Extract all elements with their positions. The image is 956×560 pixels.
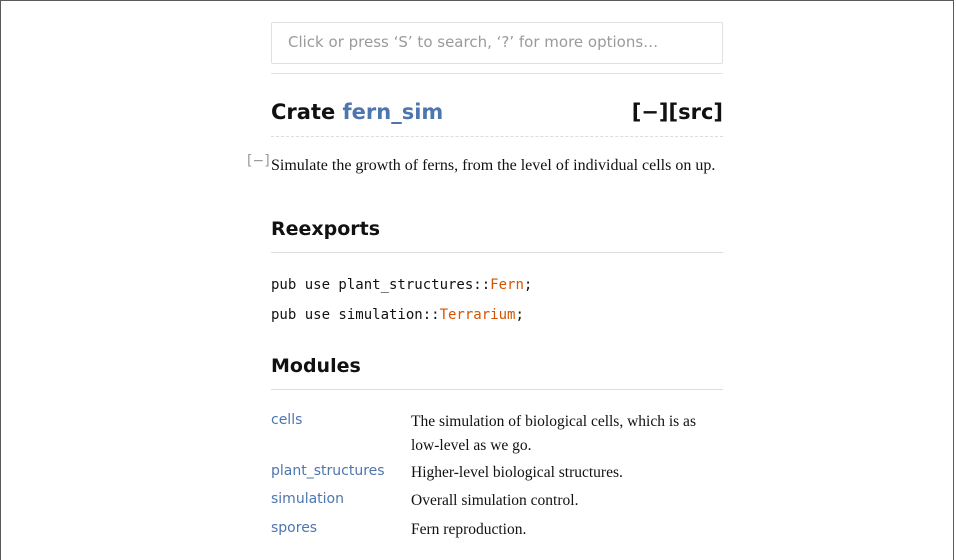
- reexport-type-link[interactable]: Terrarium: [440, 307, 516, 323]
- reexports-heading: Reexports: [271, 218, 381, 240]
- page-title: Crate fern_sim [−][src]: [271, 100, 723, 130]
- doc-collapse-toggle[interactable]: [−]: [247, 153, 270, 169]
- reexports-divider: [271, 252, 723, 253]
- reexport-line: pub use simulation::Terrarium;: [271, 307, 524, 323]
- reexport-line: pub use plant_structures::Fern;: [271, 277, 532, 293]
- reexport-type-link[interactable]: Fern: [490, 277, 524, 293]
- search-divider: [271, 73, 723, 74]
- crate-name-link[interactable]: fern_sim: [343, 100, 444, 124]
- module-link-cells[interactable]: cells: [271, 412, 302, 428]
- module-desc-spores: Fern reproduction.: [411, 521, 527, 538]
- module-link-plant-structures[interactable]: plant_structures: [271, 463, 385, 479]
- module-desc-cells: The simulation of biological cells, whic…: [411, 413, 696, 454]
- reexport-path: pub use plant_structures::: [271, 277, 491, 293]
- title-divider: [271, 136, 723, 137]
- module-link-spores[interactable]: spores: [271, 520, 317, 536]
- search-input[interactable]: Click or press ‘S’ to search, ‘?’ for mo…: [271, 22, 723, 64]
- crate-doc-summary: Simulate the growth of ferns, from the l…: [271, 157, 716, 174]
- module-desc-plant-structures: Higher-level biological structures.: [411, 464, 623, 481]
- reexport-path: pub use simulation::: [271, 307, 440, 323]
- modules-heading: Modules: [271, 355, 361, 377]
- reexport-semicolon: ;: [515, 307, 524, 323]
- crate-controls[interactable]: [−][src]: [632, 100, 723, 124]
- crate-keyword: Crate: [271, 100, 336, 124]
- modules-divider: [271, 389, 723, 390]
- module-desc-simulation: Overall simulation control.: [411, 492, 579, 509]
- reexport-semicolon: ;: [523, 277, 533, 293]
- module-link-simulation[interactable]: simulation: [271, 491, 344, 507]
